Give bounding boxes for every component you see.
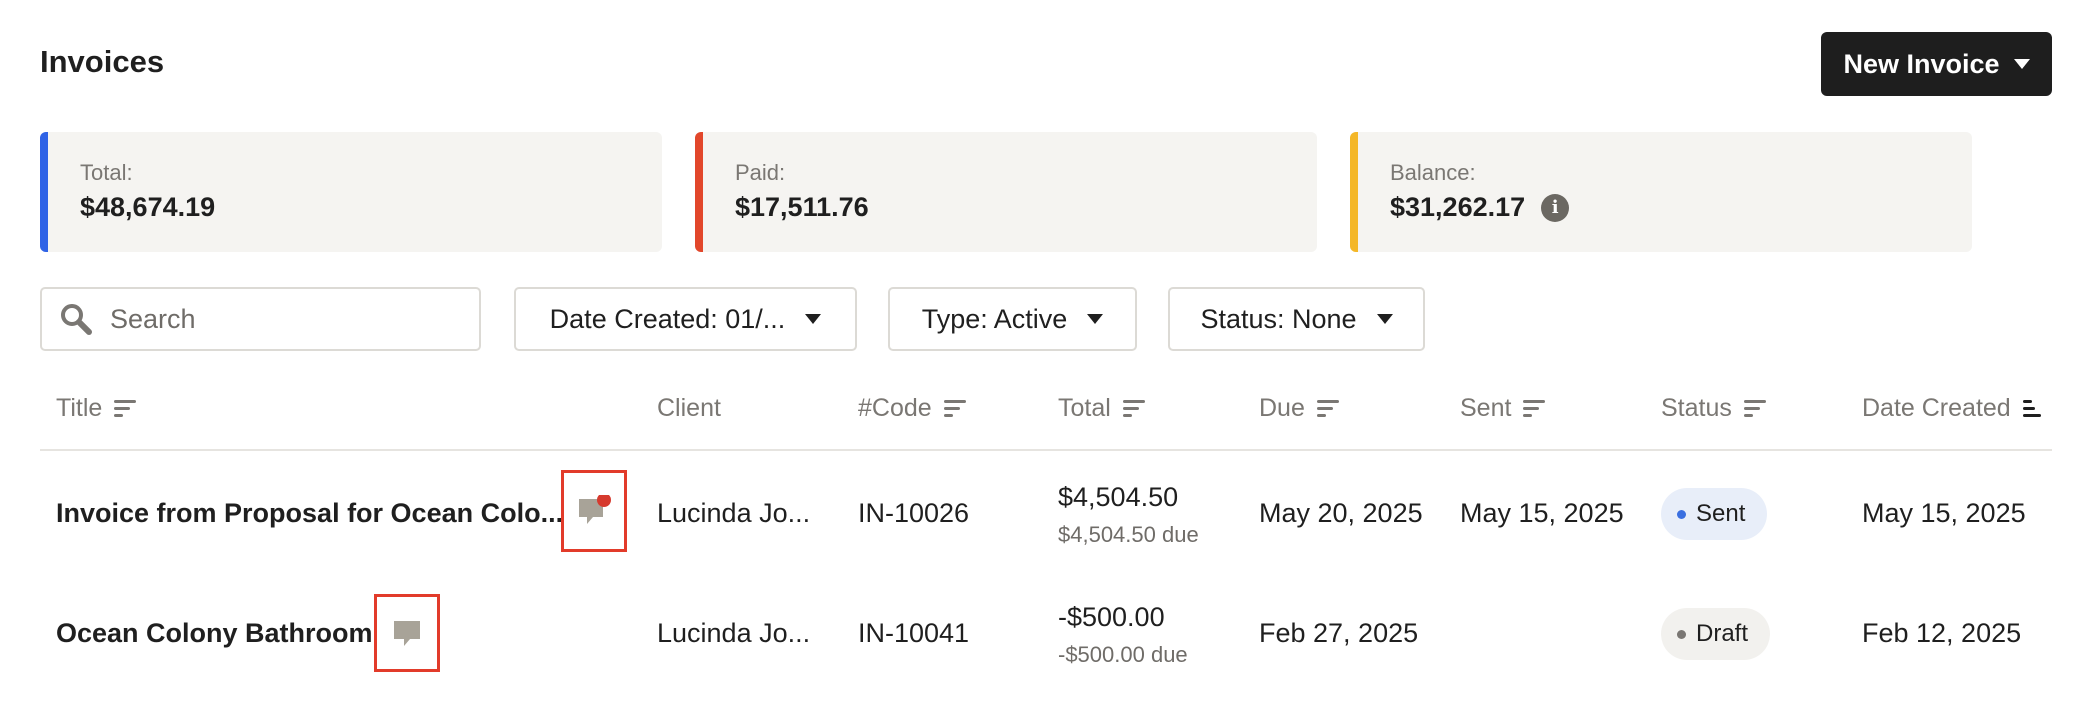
column-header-date-created[interactable]: Date Created [1862,394,2041,423]
info-icon[interactable]: i [1541,193,1570,222]
client-name[interactable]: Lucinda Jo... [657,618,810,649]
filter-label: Date Created: 01/... [549,303,786,334]
column-header-status[interactable]: Status [1661,394,1766,423]
chevron-down-icon [1087,314,1104,324]
stat-accent-bar [695,132,703,252]
sort-icon [1523,400,1546,417]
column-header-label: Total [1058,394,1111,422]
page-title: Invoices [40,44,165,79]
sent-date: May 15, 2025 [1460,498,1624,528]
column-header-label: Client [657,394,721,422]
status-badge: Draft [1661,608,1771,660]
new-invoice-label: New Invoice [1843,48,2000,79]
column-header-label: Sent [1460,394,1512,422]
column-header-label: Due [1259,394,1305,422]
stat-label: Total: [80,160,133,185]
chevron-down-icon [2013,59,2030,69]
column-header-label: #Code [858,394,932,422]
filter-date-created[interactable]: Date Created: 01/... [514,287,857,351]
due-date: Feb 27, 2025 [1259,618,1419,648]
search-input[interactable] [108,302,452,336]
chevron-down-icon [805,314,822,324]
column-header-sent[interactable]: Sent [1460,394,1546,423]
table-header-divider [40,449,2052,451]
client-name[interactable]: Lucinda Jo... [657,498,810,529]
stat-label: Balance: [1390,160,1476,185]
filter-label: Status: None [1200,303,1357,334]
invoice-title-link[interactable]: Invoice from Proposal for Ocean Colo... [56,498,563,529]
stat-accent-bar [1350,132,1358,252]
search-box[interactable] [40,287,481,351]
column-header-total[interactable]: Total [1058,394,1145,423]
sort-icon [1122,400,1145,417]
status-label: Sent [1696,500,1746,527]
filter-type[interactable]: Type: Active [888,287,1137,351]
stat-card-paid: Paid: $17,511.76 [695,132,1317,252]
invoice-total: -$500.00 [1058,602,1165,632]
status-badge: Sent [1661,488,1768,540]
due-date: May 20, 2025 [1259,498,1423,528]
filter-status[interactable]: Status: None [1168,287,1425,351]
invoice-due-amount: $4,504.50 due [1058,522,1199,547]
invoice-total: $4,504.50 [1058,482,1179,512]
chevron-down-icon [1376,314,1393,324]
stat-value: $17,511.76 [735,192,869,222]
search-icon [61,304,92,335]
sort-icon [114,400,137,417]
sort-icon [2022,400,2041,417]
stat-card-balance: Balance: $31,262.17 i [1350,132,1972,252]
date-created: May 15, 2025 [1862,498,2026,528]
filter-label: Type: Active [921,303,1068,334]
invoice-title-link[interactable]: Ocean Colony Bathroom [56,618,373,649]
sort-icon [943,400,966,417]
sort-icon [1316,400,1339,417]
stat-label: Paid: [735,160,786,185]
column-header-label: Status [1661,394,1732,422]
status-dot [1677,629,1686,639]
column-header-label: Title [56,394,103,422]
chat-bubble-icon [394,621,420,646]
chat-bubble-icon [579,495,611,524]
invoice-code: IN-10026 [858,498,970,528]
stat-value: $31,262.17 [1390,192,1526,222]
invoice-code: IN-10041 [858,618,970,648]
stat-accent-bar [40,132,48,252]
date-created: Feb 12, 2025 [1862,618,2022,648]
new-invoice-button[interactable]: New Invoice [1821,32,2052,96]
column-header-due[interactable]: Due [1259,394,1339,423]
comments-button[interactable] [561,470,627,552]
column-header-title[interactable]: Title [56,394,137,423]
status-label: Draft [1696,620,1749,647]
column-header-label: Date Created [1862,394,2011,422]
stat-card-total: Total: $48,674.19 [40,132,662,252]
column-header-client[interactable]: Client [657,394,721,423]
status-dot [1677,509,1686,519]
comments-button[interactable] [374,594,440,672]
stat-value: $48,674.19 [80,192,216,222]
sort-icon [1743,400,1766,417]
column-header-code[interactable]: #Code [858,394,966,423]
invoice-due-amount: -$500.00 due [1058,642,1188,667]
